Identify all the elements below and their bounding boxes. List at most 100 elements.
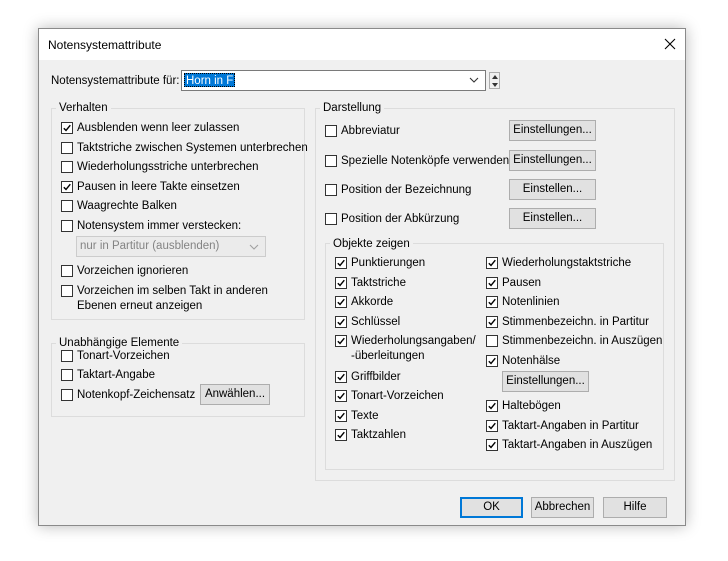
unabhaengig-item-2-checkbox[interactable] (61, 389, 73, 401)
objekte-left-1-checkbox[interactable] (335, 277, 347, 289)
objekte-right-2-checkbox[interactable] (486, 296, 498, 308)
checkmark-icon (337, 318, 345, 326)
darstellung-item-0-checkbox[interactable] (325, 125, 337, 137)
darstellung-settings-button-1[interactable]: Einstellungen... (509, 150, 596, 171)
verhalten-item-0-checkbox[interactable] (61, 122, 73, 134)
objekte-right-3-label: Stimmenbezeichn. in Partitur (502, 316, 650, 328)
verhalten-item-2-checkbox[interactable] (61, 161, 73, 173)
objekte-left-3-label: Schlüssel (351, 316, 401, 328)
objekte-left-8-label: Taktzahlen (351, 429, 406, 441)
verhalten-item-4-checkbox[interactable] (61, 200, 73, 212)
objekte-left-5-checkbox[interactable] (335, 371, 347, 383)
unabhaengig-item-1-checkbox[interactable] (61, 369, 73, 381)
objekte-left-7-checkbox[interactable] (335, 410, 347, 422)
checkmark-icon (488, 298, 496, 306)
checkmark-icon (488, 259, 496, 267)
verhalten-item-1-checkbox[interactable] (61, 142, 73, 154)
objekte-left-0-label: Punktierungen (351, 257, 426, 269)
darstellung-settings-button-0[interactable]: Einstellungen... (509, 120, 596, 141)
checkmark-icon (337, 392, 345, 400)
objekte-right-7-checkbox[interactable] (486, 420, 498, 432)
verhalten-item-5-label: Notensystem immer verstecken: (77, 220, 242, 232)
darstellung-settings-button-3[interactable]: Einstellen... (509, 208, 596, 229)
title-bar: Notensystemattribute (39, 29, 685, 60)
chevron-down-icon (469, 77, 479, 83)
objekte-left-7-label: Texte (351, 410, 379, 422)
objekte-left-0-checkbox[interactable] (335, 257, 347, 269)
dialog-title: Notensystemattribute (48, 38, 162, 52)
unabhaengig-item-0-checkbox[interactable] (61, 350, 73, 362)
checkmark-icon (63, 124, 71, 132)
staff-select-value: Horn in F (184, 73, 236, 87)
objekte-left-2-checkbox[interactable] (335, 296, 347, 308)
staff-select[interactable]: Horn in F (181, 70, 486, 91)
hide-mode-value: nur in Partitur (ausblenden) (80, 240, 220, 252)
checkmark-icon (488, 422, 496, 430)
verhalten-item-3-label: Pausen in leere Takte einsetzen (77, 181, 240, 193)
unabhaengig-item-1-label: Taktart-Angabe (77, 369, 155, 381)
verhalten-item-3-checkbox[interactable] (61, 181, 73, 193)
staff-spinner[interactable] (489, 72, 500, 89)
objekte-left-2-label: Akkorde (351, 296, 394, 308)
objekte-right-5-checkbox[interactable] (486, 355, 498, 367)
checkmark-icon (337, 298, 345, 306)
objekte-right-4-label: Stimmenbezeichn. in Auszügen (502, 335, 663, 347)
close-button[interactable] (655, 29, 685, 60)
help-button[interactable]: Hilfe (603, 497, 667, 518)
dialog: Notensystemattribute Notensystemattribut… (38, 28, 686, 526)
darstellung-item-0-label: Abbreviatur (341, 125, 400, 137)
objekte-left-4-checkbox[interactable] (335, 335, 347, 347)
unabhaengig-item-0-label: Tonart-Vorzeichen (77, 350, 170, 362)
staff-select-label: Notensystemattribute für: (51, 75, 180, 87)
verhalten-item-1-label: Taktstriche zwischen Systemen unterbrech… (77, 142, 308, 154)
redisplay-key-label-line2: Ebenen erneut anzeigen (77, 300, 203, 312)
spin-down-icon (492, 83, 498, 87)
darstellung-item-1-label: Spezielle Notenköpfe verwenden (341, 155, 510, 167)
cancel-button[interactable]: Abbrechen (531, 497, 594, 518)
stems-settings-button[interactable]: Einstellungen... (502, 371, 589, 392)
darstellung-item-2-label: Position der Bezeichnung (341, 184, 472, 196)
objekte-right-1-label: Pausen (502, 277, 542, 289)
group-darstellung-title: Darstellung (320, 101, 385, 115)
checkmark-icon (337, 412, 345, 420)
objekte-right-8-checkbox[interactable] (486, 439, 498, 451)
darstellung-item-2-checkbox[interactable] (325, 184, 337, 196)
checkmark-icon (337, 431, 345, 439)
group-objekte-title: Objekte zeigen (330, 237, 413, 251)
objekte-left-8-checkbox[interactable] (335, 429, 347, 441)
checkmark-icon (488, 441, 496, 449)
unabhaengig-item-2-label: Notenkopf-Zeichensatz (77, 389, 196, 401)
choose-notehead-font-button[interactable]: Anwählen... (200, 384, 270, 405)
spin-up-icon (492, 75, 498, 79)
objekte-left-4-label: Wiederholungsangaben/ (351, 335, 476, 347)
group-verhalten-title: Verhalten (56, 101, 111, 115)
ignore-key-checkbox[interactable] (61, 265, 73, 277)
verhalten-item-0-label: Ausblenden wenn leer zulassen (77, 122, 240, 134)
hide-mode-select[interactable]: nur in Partitur (ausblenden) (76, 236, 266, 257)
verhalten-item-5-checkbox[interactable] (61, 220, 73, 232)
redisplay-key-checkbox[interactable] (61, 285, 73, 297)
objekte-left-6-label: Tonart-Vorzeichen (351, 390, 444, 402)
objekte-left-6-checkbox[interactable] (335, 390, 347, 402)
objekte-left-1-label: Taktstriche (351, 277, 406, 289)
objekte-right-1-checkbox[interactable] (486, 277, 498, 289)
ok-button[interactable]: OK (460, 497, 523, 518)
checkmark-icon (337, 259, 345, 267)
checkmark-icon (488, 279, 496, 287)
objekte-right-6-label: Haltebögen (502, 400, 561, 412)
checkmark-icon (337, 337, 345, 345)
ignore-key-label: Vorzeichen ignorieren (77, 265, 189, 277)
darstellung-settings-button-2[interactable]: Einstellen... (509, 179, 596, 200)
objekte-right-4-checkbox[interactable] (486, 335, 498, 347)
objekte-right-6-checkbox[interactable] (486, 400, 498, 412)
objekte-right-0-label: Wiederholungstaktstriche (502, 257, 632, 269)
darstellung-item-1-checkbox[interactable] (325, 155, 337, 167)
objekte-right-0-checkbox[interactable] (486, 257, 498, 269)
objekte-right-8-label: Taktart-Angaben in Auszügen (502, 439, 653, 451)
checkmark-icon (63, 183, 71, 191)
objekte-left-3-checkbox[interactable] (335, 316, 347, 328)
objekte-right-7-label: Taktart-Angaben in Partitur (502, 420, 639, 432)
objekte-right-3-checkbox[interactable] (486, 316, 498, 328)
darstellung-item-3-checkbox[interactable] (325, 213, 337, 225)
objekte-left-4-label-line2: -überleitungen (351, 350, 425, 362)
